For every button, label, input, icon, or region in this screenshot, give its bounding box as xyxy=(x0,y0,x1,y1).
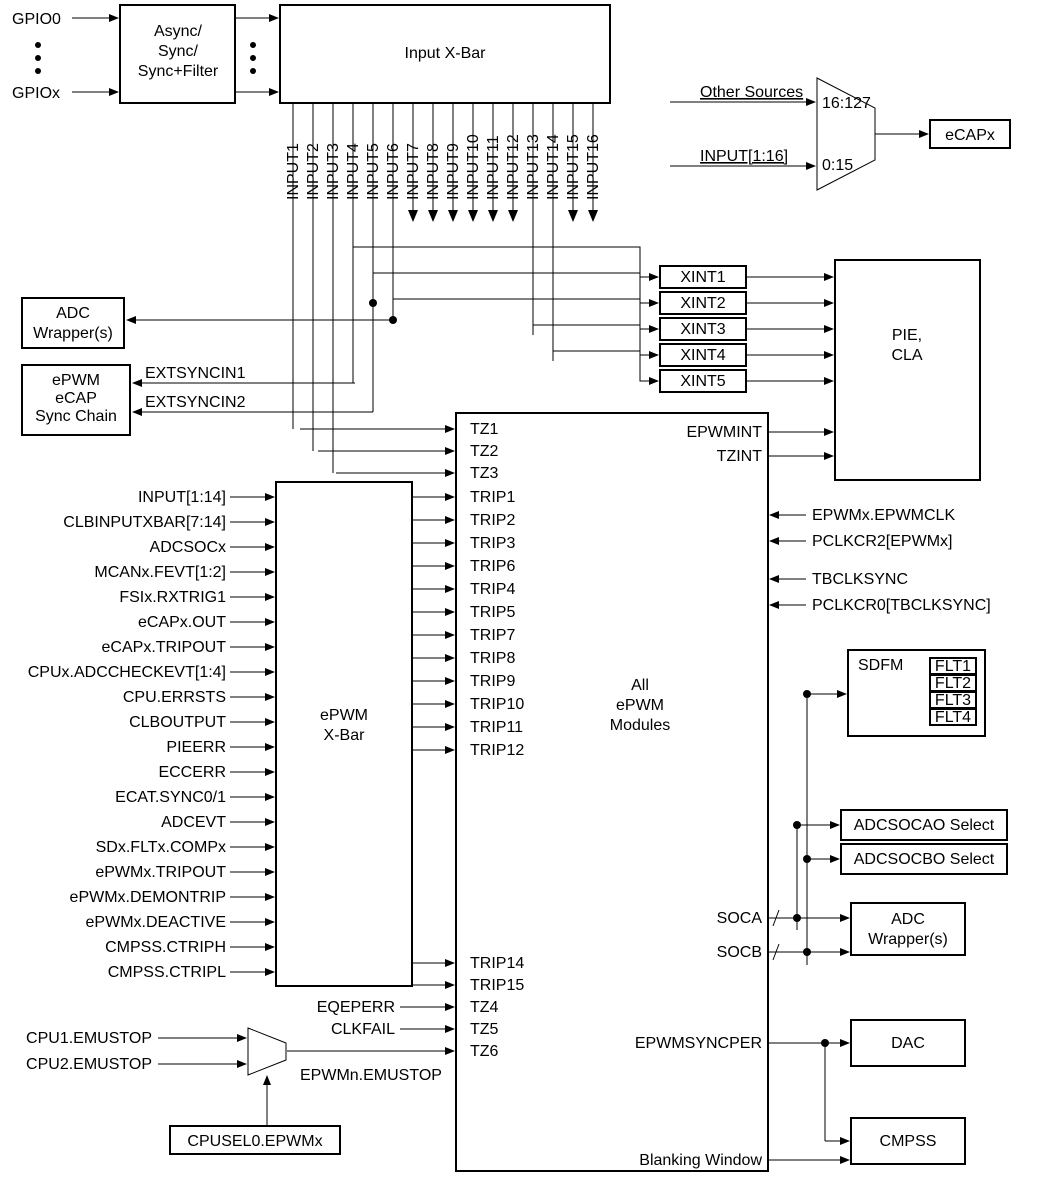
svg-text:ePWM: ePWM xyxy=(52,372,100,389)
svg-text:TRIP12: TRIP12 xyxy=(470,742,524,759)
svg-text:TRIP1: TRIP1 xyxy=(470,489,515,506)
svg-text:ePWM: ePWM xyxy=(616,697,664,714)
xbar-input-label: CMPSS.CTRIPH xyxy=(105,939,226,956)
svg-text:Sync Chain: Sync Chain xyxy=(35,408,117,425)
xbar-input-label: ADCSOCx xyxy=(150,539,226,556)
svg-text:TRIP7: TRIP7 xyxy=(470,627,515,644)
svg-text:eCAPx: eCAPx xyxy=(945,127,995,144)
svg-text:CPUSEL0.EPWMx: CPUSEL0.EPWMx xyxy=(187,1133,322,1150)
svg-text:SDFM: SDFM xyxy=(858,657,903,674)
svg-text:DAC: DAC xyxy=(891,1035,925,1052)
svg-text:Async/: Async/ xyxy=(154,23,203,40)
xbar-input-label: eCAPx.TRIPOUT xyxy=(102,639,227,656)
pie-cla-block xyxy=(835,260,980,480)
svg-text:FLT3: FLT3 xyxy=(935,692,971,709)
svg-text:CLKFAIL: CLKFAIL xyxy=(331,1021,395,1038)
svg-text:TZ3: TZ3 xyxy=(470,465,499,482)
svg-text:TRIP3: TRIP3 xyxy=(470,535,515,552)
svg-text:PIE,: PIE, xyxy=(892,327,922,344)
svg-text:TZ1: TZ1 xyxy=(470,421,499,438)
xbar-input-label: INPUT[1:14] xyxy=(138,489,226,506)
xbar-input-label: ePWMx.DEACTIVE xyxy=(86,914,226,931)
svg-text:TRIP9: TRIP9 xyxy=(470,673,515,690)
svg-text:SOCB: SOCB xyxy=(717,944,762,961)
svg-text:Blanking Window: Blanking Window xyxy=(639,1152,762,1169)
svg-text:TRIP2: TRIP2 xyxy=(470,512,515,529)
svg-text:TRIP15: TRIP15 xyxy=(470,977,524,994)
svg-text:TRIP10: TRIP10 xyxy=(470,696,524,713)
xbar-input-label: FSIx.RXTRIG1 xyxy=(119,589,226,606)
input-xbar-label: Input X-Bar xyxy=(405,45,487,62)
other-sources-label: Other Sources xyxy=(700,84,803,101)
svg-text:FLT1: FLT1 xyxy=(935,658,971,675)
extsyncin1-label: EXTSYNCIN1 xyxy=(145,365,246,382)
svg-text:XINT1: XINT1 xyxy=(680,269,725,286)
svg-text:TZ5: TZ5 xyxy=(470,1021,499,1038)
svg-text:ADC: ADC xyxy=(891,911,925,928)
svg-text:TRIP4: TRIP4 xyxy=(470,581,515,598)
svg-text:FLT2: FLT2 xyxy=(935,675,971,692)
svg-text:16:127: 16:127 xyxy=(822,95,871,112)
svg-text:XINT3: XINT3 xyxy=(680,321,725,338)
xbar-input-label: CMPSS.CTRIPL xyxy=(108,964,226,981)
svg-text:ePWM: ePWM xyxy=(320,707,368,724)
svg-text:Sync/: Sync/ xyxy=(158,43,199,60)
xbar-input-label: CLBINPUTXBAR[7:14] xyxy=(63,514,226,531)
gpio0-label: GPIO0 xyxy=(12,11,61,28)
xbar-input-label: CLBOUTPUT xyxy=(129,714,226,731)
svg-text:eCAP: eCAP xyxy=(55,390,97,407)
svg-text:TRIP5: TRIP5 xyxy=(470,604,515,621)
svg-text:FLT4: FLT4 xyxy=(935,709,971,726)
svg-text:ADC: ADC xyxy=(56,305,90,322)
xbar-input-label: eCAPx.OUT xyxy=(138,614,226,631)
svg-text:TRIP11: TRIP11 xyxy=(470,719,523,736)
svg-text:EQEPERR: EQEPERR xyxy=(317,999,395,1016)
clock-label: EPWMx.EPWMCLK xyxy=(812,507,955,524)
svg-text:Sync+Filter: Sync+Filter xyxy=(138,63,219,80)
xbar-input-label: ePWMx.TRIPOUT xyxy=(95,864,226,881)
svg-text:TRIP6: TRIP6 xyxy=(470,558,515,575)
svg-text:X-Bar: X-Bar xyxy=(324,727,366,744)
svg-text:ADCSOCBO Select: ADCSOCBO Select xyxy=(854,851,995,868)
gpiox-label: GPIOx xyxy=(12,85,60,102)
clock-label: PCLKCR0[TBCLKSYNC] xyxy=(812,597,991,614)
xbar-input-label: CPUx.ADCCHECKEVT[1:4] xyxy=(28,664,226,681)
xbar-input-label: SDx.FLTx.COMPx xyxy=(96,839,226,856)
xbar-input-label: ePWMx.DEMONTRIP xyxy=(70,889,226,906)
svg-text:CLA: CLA xyxy=(891,347,922,364)
svg-text:XINT5: XINT5 xyxy=(680,373,725,390)
xbar-input-label: ADCEVT xyxy=(161,814,226,831)
svg-text:TZ4: TZ4 xyxy=(470,999,499,1016)
svg-text:XINT4: XINT4 xyxy=(680,347,725,364)
svg-text:0:15: 0:15 xyxy=(822,157,853,174)
clock-label: TBCLKSYNC xyxy=(812,571,908,588)
svg-text:EPWMSYNCPER: EPWMSYNCPER xyxy=(635,1035,762,1052)
svg-text:TRIP8: TRIP8 xyxy=(470,650,515,667)
svg-text:TZ6: TZ6 xyxy=(470,1043,499,1060)
input-1-16-label: INPUT[1:16] xyxy=(700,148,788,165)
svg-text:CMPSS: CMPSS xyxy=(880,1133,937,1150)
xbar-input-label: PIEERR xyxy=(166,739,226,756)
xbar-input-label: CPU.ERRSTS xyxy=(123,689,226,706)
svg-text:Wrapper(s): Wrapper(s) xyxy=(868,931,948,948)
svg-text:TZINT: TZINT xyxy=(717,448,763,465)
svg-text:SOCA: SOCA xyxy=(717,910,763,927)
svg-text:All: All xyxy=(631,677,649,694)
svg-text:Wrapper(s): Wrapper(s) xyxy=(33,325,113,342)
svg-text:CPU2.EMUSTOP: CPU2.EMUSTOP xyxy=(26,1056,152,1073)
svg-text:EPWMINT: EPWMINT xyxy=(686,424,762,441)
extsyncin2-label: EXTSYNCIN2 xyxy=(145,394,246,411)
xbar-input-label: ECCERR xyxy=(158,764,226,781)
svg-text:Modules: Modules xyxy=(610,717,670,734)
svg-text:TZ2: TZ2 xyxy=(470,443,499,460)
clock-label: PCLKCR2[EPWMx] xyxy=(812,533,952,550)
svg-text:ADCSOCAO Select: ADCSOCAO Select xyxy=(854,817,995,834)
epwmn-emustop-label: EPWMn.EMUSTOP xyxy=(300,1067,442,1084)
svg-text:TRIP14: TRIP14 xyxy=(470,955,524,972)
svg-text:CPU1.EMUSTOP: CPU1.EMUSTOP xyxy=(26,1030,152,1047)
svg-text:XINT2: XINT2 xyxy=(680,295,725,312)
xbar-input-label: ECAT.SYNC0/1 xyxy=(115,789,226,806)
emustop-mux-icon xyxy=(248,1028,286,1075)
xbar-input-label: MCANx.FEVT[1:2] xyxy=(94,564,226,581)
